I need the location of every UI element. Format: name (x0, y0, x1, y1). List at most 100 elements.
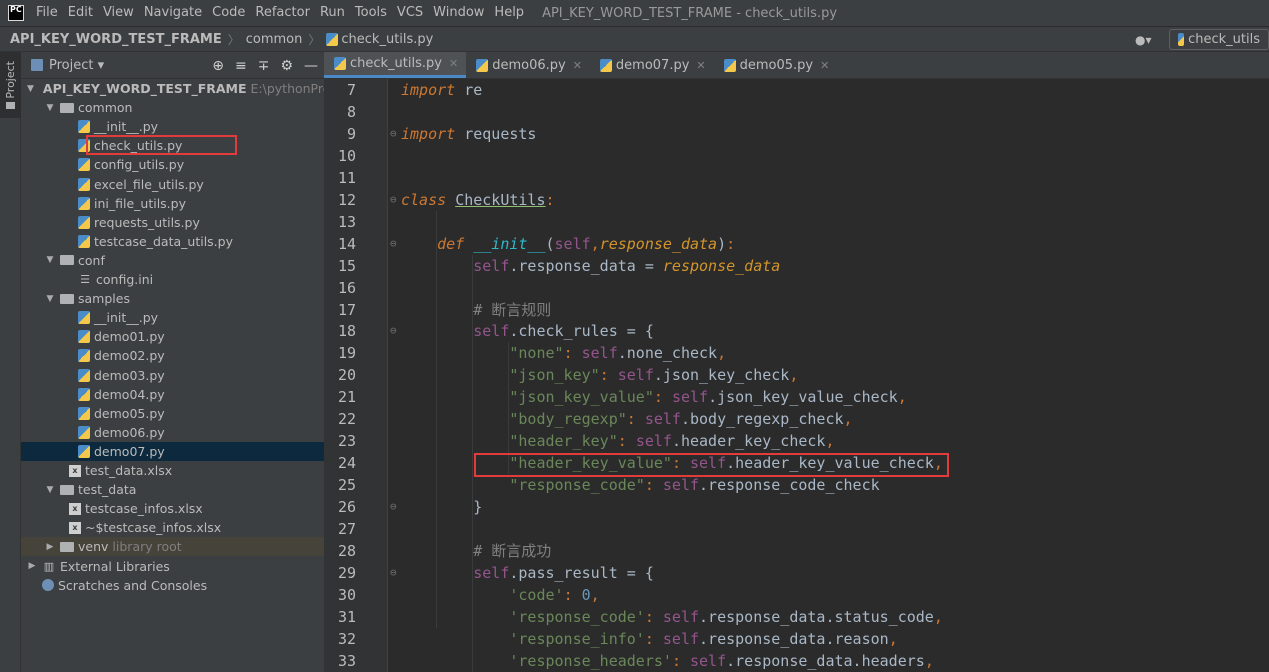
locate-file-icon[interactable]: ⊕ (212, 58, 224, 74)
tree-item[interactable]: ▶ venv library root (21, 537, 324, 557)
tree-item[interactable]: demo06.py (21, 423, 324, 442)
tree-item[interactable]: demo02.py (21, 346, 324, 365)
menu-edit[interactable]: Edit (64, 0, 99, 26)
tree-item-label: demo03.py (94, 367, 165, 383)
fold-marker-icon[interactable]: ⊖ (390, 233, 400, 255)
chevron-down-icon[interactable]: ▼ (45, 103, 55, 113)
fold-marker-icon[interactable]: ⊖ (390, 189, 400, 211)
tree-item[interactable]: config_utils.py (21, 155, 324, 174)
hide-panel-icon[interactable]: — (304, 58, 318, 74)
menu-help[interactable]: Help (490, 0, 530, 26)
chevron-down-icon[interactable]: ▼ (45, 485, 55, 495)
code-token: , (888, 629, 898, 648)
close-icon[interactable]: ✕ (696, 59, 705, 72)
gear-icon[interactable]: ⚙ (280, 58, 293, 74)
tree-item[interactable]: testcase_data_utils.py (21, 232, 324, 251)
tree-item[interactable]: Scratches and Consoles (21, 576, 324, 595)
user-account-icon[interactable]: ●▾ (1135, 33, 1155, 47)
close-icon[interactable]: ✕ (820, 59, 829, 72)
line-number: 18 (337, 322, 356, 341)
python-file-icon (723, 58, 736, 72)
code-line: self.check_rules = { (401, 320, 654, 342)
tree-item-label: excel_file_utils.py (94, 176, 204, 192)
fold-marker-icon[interactable]: ⊖ (390, 320, 400, 342)
collapse-all-icon[interactable]: ∓ (258, 58, 270, 74)
fold-marker-icon[interactable]: ⊖ (390, 123, 400, 145)
tree-item[interactable]: ini_file_utils.py (21, 194, 324, 213)
chevron-right-icon[interactable]: ▶ (27, 561, 37, 571)
tree-item-label: External Libraries (60, 558, 170, 574)
tree-item[interactable]: x ~$testcase_infos.xlsx (21, 518, 324, 537)
menu-run[interactable]: Run (316, 0, 351, 26)
code-token: .body_regexp_check (680, 410, 844, 429)
line-number: 13 (337, 212, 356, 231)
fold-marker-icon[interactable]: ⊖ (390, 562, 400, 584)
menu-view[interactable]: View (99, 0, 140, 26)
project-tool-tab[interactable]: Project (0, 52, 21, 118)
menu-tools[interactable]: Tools (351, 0, 393, 26)
menu-code[interactable]: Code (208, 0, 251, 26)
tree-item[interactable]: demo01.py (21, 327, 324, 346)
tree-item[interactable]: x testcase_infos.xlsx (21, 499, 324, 518)
python-file-icon (78, 387, 90, 401)
menu-window[interactable]: Window (429, 0, 490, 26)
menu-refactor[interactable]: Refactor (251, 0, 316, 26)
code-token: : (599, 366, 618, 385)
tree-item[interactable]: requests_utils.py (21, 213, 324, 232)
line-number: 20 (337, 366, 356, 385)
editor-tab-label: demo07.py (615, 57, 690, 73)
code-token: , (590, 585, 600, 604)
tree-item[interactable]: __init__.py (21, 117, 324, 136)
close-icon[interactable]: ✕ (573, 59, 582, 72)
menu-navigate[interactable]: Navigate (140, 0, 208, 26)
folder-icon (60, 541, 74, 552)
tree-item[interactable]: demo04.py (21, 385, 324, 404)
fold-marker-icon[interactable]: ⊖ (390, 496, 400, 518)
menu-vcs[interactable]: VCS (393, 0, 429, 26)
code-token: , (825, 432, 835, 451)
code-token: , (843, 410, 853, 429)
close-icon[interactable]: ✕ (449, 57, 458, 70)
breadcrumb-folder[interactable]: common (246, 32, 303, 47)
tree-item[interactable]: ▼ test_data (21, 480, 324, 499)
tree-item[interactable]: ☰ config.ini (21, 270, 324, 289)
editor-tab[interactable]: demo06.py ✕ (466, 52, 590, 78)
navigation-bar: API_KEY_WORD_TEST_FRAME 〉 common 〉 check… (0, 26, 1269, 52)
tree-item[interactable]: ▶ ▥ External Libraries (21, 557, 324, 576)
tree-item[interactable]: ▼ samples (21, 289, 324, 308)
python-file-icon (78, 158, 90, 172)
code-token: "header_key" (509, 432, 618, 451)
menu-file[interactable]: File (32, 0, 64, 26)
code-token: , (717, 344, 727, 363)
tree-item[interactable]: x test_data.xlsx (21, 461, 324, 480)
tree-item[interactable]: __init__.py (21, 308, 324, 327)
code-token: .response_data.status_code (699, 607, 934, 626)
run-configuration-select[interactable]: check_utils (1169, 29, 1269, 50)
tree-item[interactable]: ▼ conf (21, 251, 324, 270)
tree-item[interactable]: ▼ API_KEY_WORD_TEST_FRAME E:\pythonProjec (21, 79, 348, 98)
tree-item[interactable]: ▼ common (21, 98, 324, 117)
chevron-right-icon[interactable]: ▶ (45, 542, 55, 552)
breadcrumb-project[interactable]: API_KEY_WORD_TEST_FRAME (10, 32, 222, 47)
tree-item[interactable]: demo03.py (21, 366, 324, 385)
python-file-icon (1178, 33, 1185, 46)
chevron-down-icon[interactable]: ▼ (45, 255, 55, 265)
code-token: .pass_result = { (509, 563, 654, 582)
code-editor[interactable]: 7 import re 8 9 ⊖ import requests 10 11 12 ⊖ class… (324, 79, 1269, 672)
tree-item[interactable]: check_utils.py (21, 136, 324, 155)
tree-item[interactable]: demo07.py (21, 441, 324, 461)
breadcrumb-file[interactable]: check_utils.py (341, 32, 433, 47)
editor-tab[interactable]: check_utils.py ✕ (324, 52, 467, 78)
editor-tab[interactable]: demo07.py ✕ (590, 52, 714, 78)
chevron-down-icon[interactable]: ▼ (45, 294, 55, 304)
tree-item[interactable]: excel_file_utils.py (21, 175, 324, 194)
chevron-down-icon[interactable]: ▼ (27, 84, 34, 94)
project-view-selector[interactable]: Project ▾ (49, 58, 104, 73)
editor-tab[interactable]: demo05.py ✕ (714, 52, 838, 78)
tree-item[interactable]: demo05.py (21, 404, 324, 423)
expand-all-icon[interactable]: ≡ (235, 58, 247, 74)
